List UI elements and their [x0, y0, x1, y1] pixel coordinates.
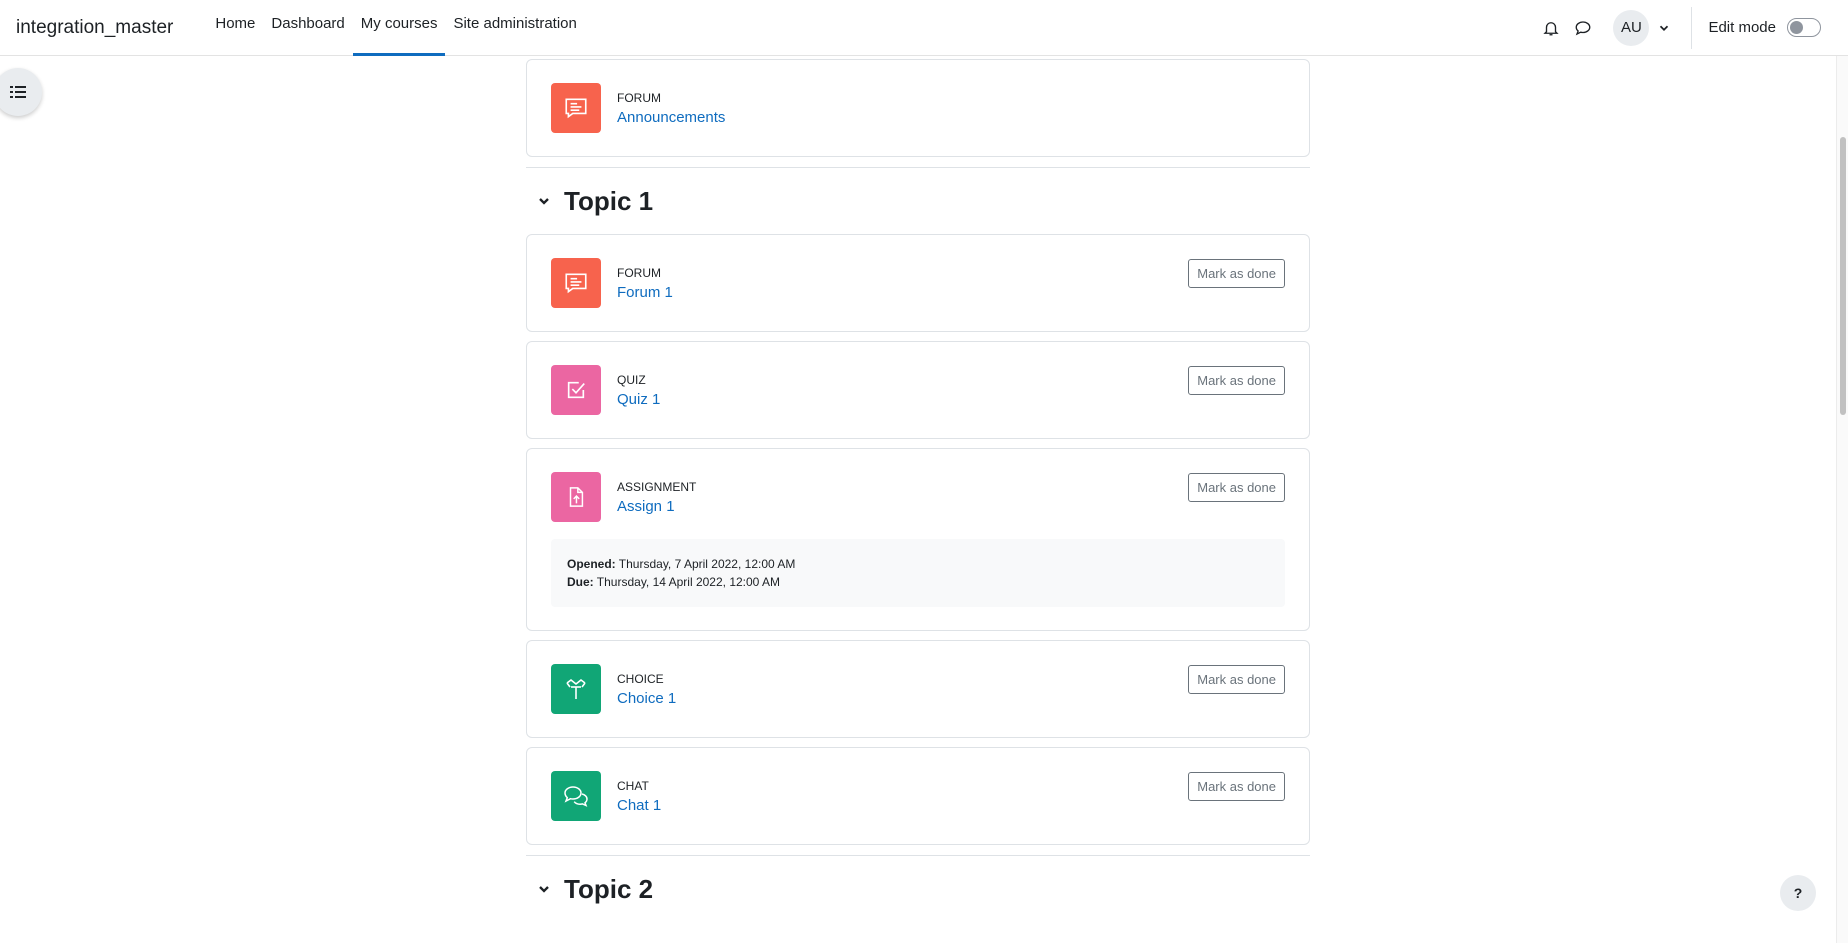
due-date: Thursday, 14 April 2022, 12:00 AM — [596, 575, 781, 589]
activity-card: QUIZ Quiz 1 Mark as done — [526, 341, 1310, 439]
opened-date-row: Opened: Thursday, 7 April 2022, 12:00 AM — [567, 555, 1269, 573]
chevron-down-icon[interactable] — [536, 881, 552, 897]
chevron-down-icon[interactable] — [536, 193, 552, 209]
activity-card: CHAT Chat 1 Mark as done — [526, 747, 1310, 845]
opened-label: Opened: — [567, 557, 616, 571]
activity-link[interactable]: Quiz 1 — [617, 391, 660, 408]
opened-date: Thursday, 7 April 2022, 12:00 AM — [618, 557, 796, 571]
primary-navigation: Home Dashboard My courses Site administr… — [207, 0, 585, 56]
forum-icon — [551, 83, 601, 133]
messages-icon[interactable] — [1567, 12, 1599, 44]
scrollbar-thumb[interactable] — [1840, 137, 1846, 415]
help-button[interactable]: ? — [1780, 875, 1816, 911]
file-upload-icon — [551, 472, 601, 522]
activity-type: CHOICE — [617, 671, 664, 686]
mark-as-done-button[interactable]: Mark as done — [1188, 772, 1285, 801]
divider — [1691, 6, 1693, 49]
user-menu[interactable]: AU — [1613, 9, 1671, 46]
activity-type: CHAT — [617, 778, 649, 793]
activity-card: CHOICE Choice 1 Mark as done — [526, 640, 1310, 738]
activity-dates: Opened: Thursday, 7 April 2022, 12:00 AM… — [551, 539, 1285, 607]
course-index-toggle[interactable] — [0, 68, 42, 116]
nav-my-courses[interactable]: My courses — [352, 0, 446, 56]
notifications-bell-icon[interactable] — [1535, 12, 1567, 44]
activity-card: FORUM Announcements — [526, 59, 1310, 157]
page-scrollbar[interactable] — [1836, 56, 1848, 943]
top-navbar: integration_master Home Dashboard My cou… — [0, 0, 1848, 56]
edit-mode-label: Edit mode — [1708, 19, 1776, 36]
mark-as-done-button[interactable]: Mark as done — [1188, 665, 1285, 694]
edit-mode-toggle[interactable] — [1787, 18, 1821, 37]
course-content: FORUM Announcements Topic 1 FORUM Forum … — [526, 59, 1310, 922]
navbar-right: AU Edit mode — [1535, 0, 1848, 56]
due-label: Due: — [567, 575, 594, 589]
activity-type: QUIZ — [617, 372, 646, 387]
activity-type: FORUM — [617, 265, 661, 280]
activity-link[interactable]: Assign 1 — [617, 498, 696, 515]
chat-bubbles-icon — [551, 771, 601, 821]
nav-dashboard[interactable]: Dashboard — [263, 0, 352, 56]
activity-link[interactable]: Choice 1 — [617, 690, 676, 707]
section-header-topic-2: Topic 2 — [526, 856, 1310, 922]
mark-as-done-button[interactable]: Mark as done — [1188, 259, 1285, 288]
activity-card: FORUM Forum 1 Mark as done — [526, 234, 1310, 332]
chevron-down-icon — [1660, 25, 1669, 31]
mark-as-done-button[interactable]: Mark as done — [1188, 473, 1285, 502]
activity-card: ASSIGNMENT Assign 1 Mark as done Opened:… — [526, 448, 1310, 631]
forum-icon — [551, 258, 601, 308]
mark-as-done-button[interactable]: Mark as done — [1188, 366, 1285, 395]
activity-type: ASSIGNMENT — [617, 479, 697, 494]
section-title[interactable]: Topic 2 — [564, 874, 653, 905]
activity-link[interactable]: Forum 1 — [617, 284, 673, 301]
due-date-row: Due: Thursday, 14 April 2022, 12:00 AM — [567, 573, 1269, 591]
activity-type: FORUM — [617, 90, 661, 105]
activity-link[interactable]: Chat 1 — [617, 797, 661, 814]
nav-home[interactable]: Home — [207, 0, 263, 56]
section-title[interactable]: Topic 1 — [564, 186, 653, 217]
nav-site-administration[interactable]: Site administration — [445, 0, 584, 56]
list-icon — [10, 86, 26, 98]
activity-link[interactable]: Announcements — [617, 109, 725, 126]
section-header-topic-1: Topic 1 — [526, 168, 1310, 234]
checkbox-icon — [551, 365, 601, 415]
signpost-icon — [551, 664, 601, 714]
site-name[interactable]: integration_master — [16, 17, 173, 39]
avatar[interactable]: AU — [1613, 9, 1650, 46]
edit-mode-switch[interactable]: Edit mode — [1708, 18, 1821, 37]
